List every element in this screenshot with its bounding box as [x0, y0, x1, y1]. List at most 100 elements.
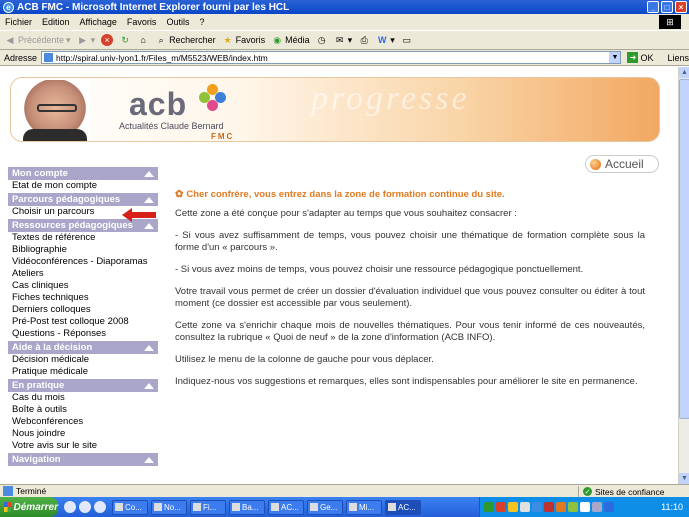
section-mon-compte[interactable]: Mon compte: [8, 167, 158, 180]
history-button[interactable]: ◷: [316, 34, 328, 46]
sidebar-item-avis[interactable]: Votre avis sur le site: [8, 440, 158, 452]
address-dropdown-icon[interactable]: ▼: [609, 52, 621, 63]
accueil-label: Accueil: [605, 157, 644, 171]
menu-help[interactable]: ?: [199, 17, 204, 27]
section-navigation[interactable]: Navigation: [8, 453, 158, 466]
sidebar-item-bibliographie[interactable]: Bibliographie: [8, 244, 158, 256]
sidebar-item-questions[interactable]: Questions - Réponses: [8, 328, 158, 340]
home-button[interactable]: ⌂: [137, 34, 149, 46]
page-icon: [44, 53, 54, 62]
sidebar-item-textes[interactable]: Textes de référence: [8, 232, 158, 244]
back-button[interactable]: ◀ Précédente ▾: [4, 34, 71, 46]
sidebar-item-webconferences[interactable]: Webconférences: [8, 416, 158, 428]
discuss-button[interactable]: ▭: [401, 34, 413, 46]
sidebar-item-boite-outils[interactable]: Boîte à outils: [8, 404, 158, 416]
menu-favoris[interactable]: Favoris: [127, 17, 157, 27]
banner-watermark: progresse: [311, 80, 470, 117]
tray-icon[interactable]: [580, 502, 590, 512]
links-button[interactable]: Liens: [667, 53, 689, 63]
scroll-thumb[interactable]: [679, 79, 689, 419]
refresh-button[interactable]: ↻: [119, 34, 131, 46]
menu-fichier[interactable]: Fichier: [5, 17, 32, 27]
menu-edition[interactable]: Edition: [42, 17, 70, 27]
system-tray: 11:10: [479, 497, 689, 517]
quick-launch-icon[interactable]: [94, 501, 106, 513]
menu-affichage[interactable]: Affichage: [80, 17, 117, 27]
tray-icon[interactable]: [496, 502, 506, 512]
sidebar-item-videoconferences[interactable]: Vidéoconférences - Diaporamas: [8, 256, 158, 268]
quick-launch-icon[interactable]: [64, 501, 76, 513]
sidebar-item-pre-post-test[interactable]: Pré-Post test colloque 2008: [8, 316, 158, 328]
taskbar-item[interactable]: Ba...: [229, 499, 265, 515]
close-button[interactable]: ×: [675, 1, 687, 13]
taskbar-item[interactable]: Co...: [112, 499, 148, 515]
taskbar-item-active[interactable]: AC...: [385, 499, 421, 515]
section-en-pratique[interactable]: En pratique: [8, 379, 158, 392]
accueil-button[interactable]: Accueil: [585, 155, 659, 173]
taskbar-item[interactable]: AC...: [268, 499, 304, 515]
tray-icon[interactable]: [604, 502, 614, 512]
collapse-icon[interactable]: [144, 382, 154, 389]
section-aide-decision[interactable]: Aide à la décision: [8, 341, 158, 354]
tray-icon[interactable]: [520, 502, 530, 512]
minimize-button[interactable]: _: [647, 1, 659, 13]
collapse-icon[interactable]: [144, 456, 154, 463]
security-zone: ✓ Sites de confiance: [578, 486, 664, 497]
tray-icon[interactable]: [568, 502, 578, 512]
discuss-icon: ▭: [402, 34, 411, 45]
sidebar-item-ateliers[interactable]: Ateliers: [8, 268, 158, 280]
sidebar-item-etat-compte[interactable]: Etat de mon compte: [8, 180, 158, 192]
favorites-button[interactable]: ★ Favoris: [222, 34, 266, 46]
sidebar-item-cas-cliniques[interactable]: Cas cliniques: [8, 280, 158, 292]
mail-button[interactable]: ✉ ▾: [334, 34, 352, 46]
sidebar-item-nous-joindre[interactable]: Nous joindre: [8, 428, 158, 440]
edit-button[interactable]: W ▾: [376, 34, 395, 46]
search-button[interactable]: ⌕ Rechercher: [155, 34, 216, 46]
title-bar: e ACB FMC - Microsoft Internet Explorer …: [0, 0, 689, 14]
bullet-icon: ✿: [175, 189, 184, 200]
menu-bar: Fichier Edition Affichage Favoris Outils…: [0, 14, 689, 30]
section-parcours[interactable]: Parcours pédagogiques: [8, 193, 158, 206]
acb-logo-dots: [199, 84, 227, 112]
maximize-button[interactable]: □: [661, 1, 673, 13]
sidebar-item-pratique[interactable]: Pratique médicale: [8, 366, 158, 378]
address-label: Adresse: [4, 52, 38, 63]
taskbar-item[interactable]: Fi...: [190, 499, 226, 515]
forward-button[interactable]: ▶ ▾: [77, 34, 95, 46]
taskbar-item[interactable]: Mi...: [346, 499, 382, 515]
trusted-zone-icon: ✓: [583, 487, 592, 496]
collapse-icon[interactable]: [144, 196, 154, 203]
quick-launch-icon[interactable]: [79, 501, 91, 513]
sidebar-item-cas-du-mois[interactable]: Cas du mois: [8, 392, 158, 404]
sidebar-item-colloques[interactable]: Derniers colloques: [8, 304, 158, 316]
vertical-scrollbar[interactable]: ▲ ▼: [678, 67, 689, 484]
go-button[interactable]: ➜ OK: [627, 52, 653, 63]
content-paragraph: Indiquez-nous vos suggestions et remarqu…: [175, 376, 638, 387]
tray-icon[interactable]: [556, 502, 566, 512]
content-paragraph: - Si vous avez suffisamment de temps, vo…: [175, 230, 645, 253]
intro-heading: ✿ Cher confrère, vous entrez dans la zon…: [175, 189, 505, 200]
tray-icon[interactable]: [484, 502, 494, 512]
sidebar-item-decision[interactable]: Décision médicale: [8, 354, 158, 366]
address-input[interactable]: http://spiral.univ-lyon1.fr/Files_m/M552…: [41, 51, 622, 64]
collapse-icon[interactable]: [144, 170, 154, 177]
start-button[interactable]: Démarrer: [0, 497, 58, 517]
media-button[interactable]: ◉ Média: [271, 34, 309, 46]
stop-icon: ×: [101, 34, 114, 46]
collapse-icon[interactable]: [144, 222, 154, 229]
tray-icon[interactable]: [544, 502, 554, 512]
collapse-icon[interactable]: [144, 344, 154, 351]
taskbar-item[interactable]: Ge...: [307, 499, 343, 515]
tray-icon[interactable]: [508, 502, 518, 512]
stop-button[interactable]: ×: [101, 34, 114, 46]
scroll-up-icon[interactable]: ▲: [679, 67, 689, 78]
print-button[interactable]: ⎙: [358, 34, 370, 46]
menu-outils[interactable]: Outils: [166, 17, 189, 27]
tray-icon[interactable]: [532, 502, 542, 512]
tray-icon[interactable]: [592, 502, 602, 512]
word-icon: W: [377, 35, 387, 45]
sidebar-item-fiches[interactable]: Fiches techniques: [8, 292, 158, 304]
go-label: OK: [640, 52, 654, 63]
taskbar-item[interactable]: No...: [151, 499, 187, 515]
scroll-down-icon[interactable]: ▼: [679, 473, 689, 484]
